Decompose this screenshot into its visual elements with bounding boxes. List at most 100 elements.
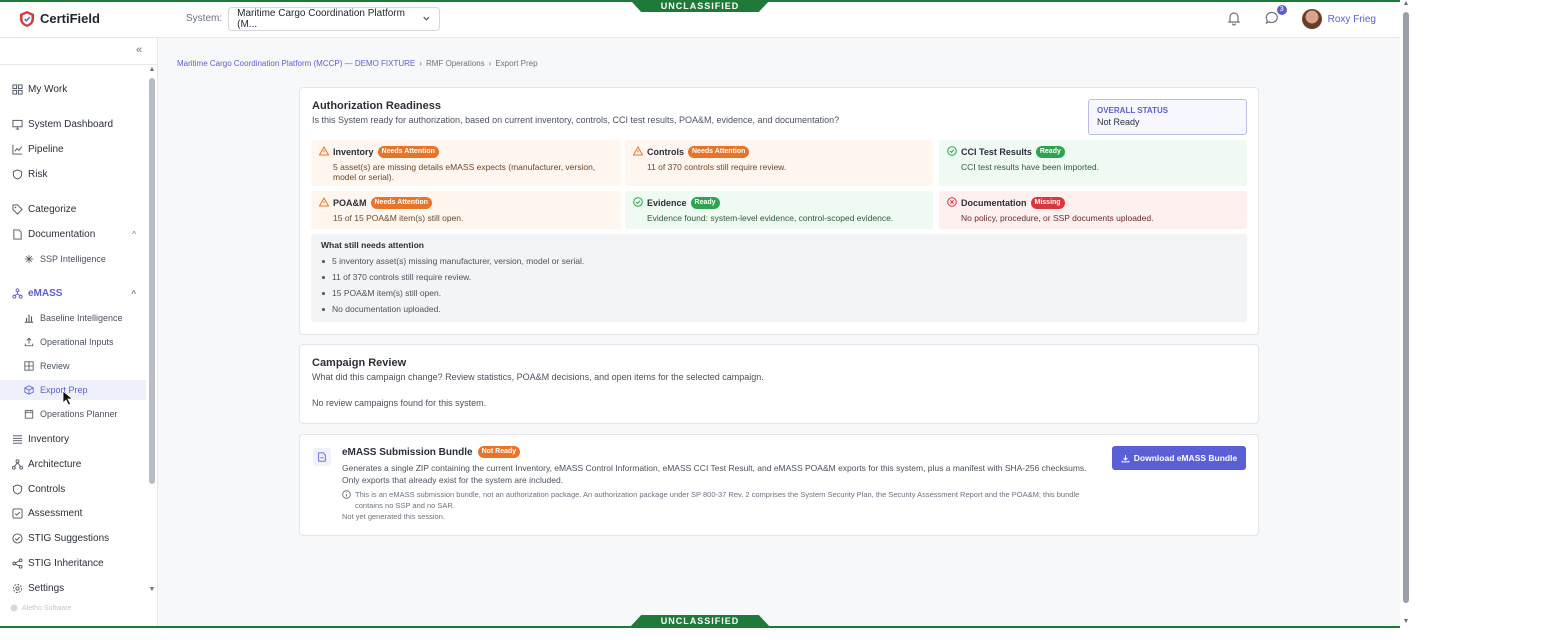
sidebar-item-baseline-intelligence[interactable]: Baseline Intelligence bbox=[0, 308, 146, 328]
sidebar-item-operational-inputs[interactable]: Operational Inputs bbox=[0, 332, 146, 352]
user-menu[interactable]: Roxy Frieg bbox=[1301, 9, 1376, 29]
campaign-review-card: Campaign Review What did this campaign c… bbox=[299, 344, 1259, 424]
scroll-down-arrow-icon[interactable]: ▼ bbox=[148, 586, 156, 593]
scroll-down-arrow-icon[interactable]: ▼ bbox=[1401, 618, 1411, 625]
system-select[interactable]: Maritime Cargo Coordination Platform (M.… bbox=[228, 6, 441, 31]
sidebar-item-label: Risk bbox=[28, 168, 48, 180]
attention-list: 5 inventory asset(s) missing manufacture… bbox=[321, 253, 1237, 317]
sidebar-item-label: Settings bbox=[28, 582, 65, 594]
sidebar-scrollbar[interactable]: ▲ ▼ bbox=[148, 66, 156, 594]
breadcrumb-system-link[interactable]: Maritime Cargo Coordination Platform (MC… bbox=[177, 59, 415, 68]
bundle-note: This is an eMASS submission bundle, not … bbox=[342, 489, 1104, 511]
breadcrumb-separator: › bbox=[419, 59, 422, 68]
sidebar-item-system-dashboard[interactable]: System Dashboard bbox=[0, 114, 146, 134]
sidebar-item-stig-suggestions[interactable]: STIG Suggestions bbox=[0, 528, 146, 548]
download-emass-bundle-button[interactable]: Download eMASS Bundle bbox=[1112, 446, 1246, 470]
list-icon bbox=[12, 434, 23, 445]
tag-icon bbox=[12, 203, 23, 215]
breadcrumb-separator: › bbox=[488, 59, 492, 68]
mouse-cursor-icon bbox=[62, 390, 74, 406]
chevron-down-icon bbox=[423, 16, 430, 21]
sidebar-item-my-work[interactable]: My Work bbox=[0, 79, 146, 99]
bar-chart-icon bbox=[24, 313, 35, 324]
download-icon bbox=[1121, 454, 1130, 462]
classification-banner-bottom: UNCLASSIFIED bbox=[630, 615, 770, 627]
sidebar-item-emass[interactable]: eMASS ^ bbox=[0, 283, 146, 303]
sidebar-item-label: STIG Suggestions bbox=[28, 532, 110, 544]
sidebar-item-categorize[interactable]: Categorize bbox=[0, 199, 146, 219]
sidebar-item-risk[interactable]: Risk bbox=[0, 164, 146, 184]
scroll-up-arrow-icon[interactable]: ▲ bbox=[1401, 0, 1411, 7]
breadcrumb: Maritime Cargo Coordination Platform (MC… bbox=[177, 59, 538, 68]
bundle-description-line: Only exports that already exist for the … bbox=[342, 475, 564, 485]
sidebar-scroll-thumb[interactable] bbox=[149, 78, 155, 484]
readiness-tile-evidence: Evidence Ready Evidence found: system-lev… bbox=[625, 191, 933, 229]
sidebar-item-label: Baseline Intelligence bbox=[40, 313, 123, 323]
sidebar-item-controls[interactable]: Controls bbox=[0, 479, 146, 499]
vendor-footer: Aletho Software bbox=[10, 604, 71, 612]
sidebar-item-settings[interactable]: Settings bbox=[0, 578, 146, 598]
readiness-tile-poam: POA&M Needs Attention 15 of 15 POA&M item… bbox=[311, 191, 621, 229]
vendor-name: Aletho Software bbox=[22, 604, 72, 612]
campaign-empty-state: No review campaigns found for this syste… bbox=[312, 398, 487, 408]
sidebar-item-ssp-intelligence[interactable]: SSP Intelligence bbox=[0, 249, 146, 269]
bundle-title: eMASS Submission Bundle bbox=[342, 446, 473, 458]
sidebar-item-stig-inheritance[interactable]: STIG Inheritance bbox=[0, 553, 146, 573]
check-circle-icon bbox=[947, 146, 957, 156]
status-badge: Needs Attention bbox=[370, 197, 432, 209]
sidebar-item-review[interactable]: Review bbox=[0, 356, 146, 376]
status-badge: Ready bbox=[690, 197, 720, 209]
sidebar-item-label: System Dashboard bbox=[28, 118, 114, 130]
tile-description: 5 asset(s) are missing details eMASS exp… bbox=[333, 162, 596, 182]
chevron-up-icon: ^ bbox=[131, 288, 136, 298]
trend-icon bbox=[12, 144, 23, 155]
x-circle-icon bbox=[947, 197, 957, 207]
document-icon bbox=[12, 228, 23, 240]
bell-icon[interactable] bbox=[1226, 10, 1244, 28]
sidebar-item-architecture[interactable]: Architecture bbox=[0, 454, 146, 474]
tile-name: Documentation bbox=[961, 198, 1027, 208]
sidebar-item-operations-planner[interactable]: Operations Planner bbox=[0, 404, 146, 424]
breadcrumb-section[interactable]: RMF Operations bbox=[426, 59, 485, 68]
tile-description: 15 of 15 POA&M item(s) still open. bbox=[333, 213, 464, 223]
warning-icon bbox=[319, 146, 329, 156]
network-icon bbox=[12, 287, 23, 299]
sidebar-divider bbox=[0, 64, 158, 65]
emass-bundle-card: eMASS Submission Bundle Not Ready Genera… bbox=[299, 434, 1259, 536]
breadcrumb-current: Export Prep bbox=[495, 59, 538, 68]
main-content: Maritime Cargo Coordination Platform (MC… bbox=[158, 38, 1400, 626]
sidebar-item-documentation[interactable]: Documentation ^ bbox=[0, 224, 146, 244]
share-icon bbox=[12, 557, 23, 569]
grid-icon bbox=[12, 83, 23, 95]
status-badge: Not Ready bbox=[477, 446, 521, 458]
checkbox-icon bbox=[12, 507, 23, 519]
sidebar-item-inventory[interactable]: Inventory bbox=[0, 429, 146, 449]
classification-banner-top: UNCLASSIFIED bbox=[630, 0, 770, 12]
box-icon bbox=[24, 384, 35, 396]
file-icon bbox=[313, 448, 331, 466]
sidebar-item-assessment[interactable]: Assessment bbox=[0, 503, 146, 523]
sidebar-item-label: Inventory bbox=[28, 433, 70, 445]
attention-title: What still needs attention bbox=[321, 240, 424, 250]
page-scrollbar[interactable]: ▲ ▼ bbox=[1401, 0, 1411, 630]
system-select-value: Maritime Cargo Coordination Platform (M.… bbox=[237, 7, 405, 30]
sidebar-item-label: My Work bbox=[28, 83, 68, 95]
sidebar-item-label: Review bbox=[40, 361, 70, 371]
status-badge: Missing bbox=[1030, 197, 1065, 209]
scroll-up-arrow-icon[interactable]: ▲ bbox=[148, 66, 156, 73]
tile-description: 11 of 370 controls still require review. bbox=[647, 162, 787, 172]
authorization-readiness-card: Authorization Readiness Is this System r… bbox=[299, 87, 1259, 335]
tile-name: POA&M bbox=[333, 198, 367, 208]
tile-description: CCI test results have been imported. bbox=[961, 162, 1099, 172]
sidebar-item-pipeline[interactable]: Pipeline bbox=[0, 139, 146, 159]
status-badge: Needs Attention bbox=[688, 146, 750, 158]
page-scroll-thumb[interactable] bbox=[1403, 12, 1409, 603]
double-chevron-left-icon[interactable]: « bbox=[136, 44, 142, 56]
download-button-label: Download eMASS Bundle bbox=[1133, 453, 1238, 463]
chat-icon[interactable]: 3 bbox=[1264, 5, 1287, 28]
monitor-icon bbox=[12, 119, 23, 130]
gear-icon bbox=[12, 583, 23, 594]
status-badge: Ready bbox=[1035, 146, 1065, 158]
bundle-body: eMASS Submission Bundle Not Ready Genera… bbox=[342, 446, 1104, 521]
app-logo[interactable]: CertiField bbox=[0, 10, 158, 27]
